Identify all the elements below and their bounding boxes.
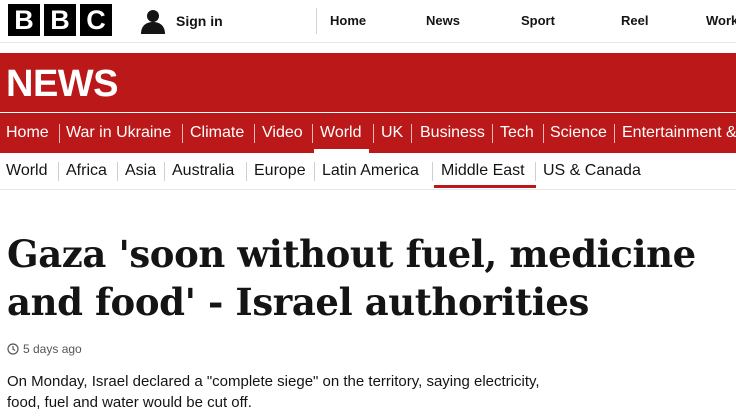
sub-nav-divider [535,162,536,181]
bbc-logo-letter: B [44,4,76,36]
article-timestamp: 5 days ago [7,342,82,356]
nav-divider [614,124,615,143]
section-nav-climate[interactable]: Climate [190,113,244,153]
nav-divider [492,124,493,143]
nav-divider [411,124,412,143]
sub-nav-divider [246,162,247,181]
top-nav-home[interactable]: Home [330,0,366,42]
sub-nav-australia[interactable]: Australia [172,153,234,189]
top-nav-news[interactable]: News [426,0,460,42]
section-nav-tech[interactable]: Tech [500,113,534,153]
sign-in-button[interactable]: Sign in [140,6,223,36]
news-banner: NEWS [0,53,736,112]
section-nav-uk[interactable]: UK [381,113,403,153]
top-bar: B B C Sign in Home News Sport Reel Workl… [0,0,736,43]
sub-nav-divider [432,162,433,181]
sub-nav: World Africa Asia Australia Europe Latin… [0,153,736,190]
sub-nav-europe[interactable]: Europe [254,153,306,189]
top-nav-worklife[interactable]: Worklife [706,0,736,42]
sign-in-label: Sign in [176,13,223,29]
article-headline[interactable]: Gaza 'soon without fuel, medicine and fo… [7,230,735,326]
clock-icon [7,343,19,355]
section-nav: Home War in Ukraine Climate Video World … [0,113,736,153]
user-icon [141,10,165,34]
top-divider [316,8,317,34]
bbc-logo-letter: C [80,4,112,36]
top-nav-reel[interactable]: Reel [621,0,648,42]
nav-divider [59,124,60,143]
sub-nav-world[interactable]: World [6,153,48,189]
sub-nav-active-indicator [434,185,536,188]
section-nav-world[interactable]: World [320,113,362,153]
top-nav-sport[interactable]: Sport [521,0,555,42]
sub-nav-asia[interactable]: Asia [125,153,156,189]
nav-divider [543,124,544,143]
sub-nav-middle-east[interactable]: Middle East [441,153,525,189]
bbc-logo-letter: B [8,4,40,36]
bbc-logo[interactable]: B B C [8,4,112,36]
section-nav-entertainment-arts[interactable]: Entertainment & Arts [622,113,736,153]
nav-divider [254,124,255,143]
section-nav-video[interactable]: Video [262,113,303,153]
sub-nav-africa[interactable]: Africa [66,153,107,189]
sub-nav-us-canada[interactable]: US & Canada [543,153,641,189]
section-nav-business[interactable]: Business [420,113,485,153]
article-summary: On Monday, Israel declared a "complete s… [7,373,540,411]
section-nav-home[interactable]: Home [6,113,49,153]
nav-divider [312,124,313,143]
news-section-title[interactable]: NEWS [6,64,119,104]
section-nav-science[interactable]: Science [550,113,607,153]
sub-nav-divider [314,162,315,181]
section-nav-war-in-ukraine[interactable]: War in Ukraine [66,113,171,153]
timestamp-label: 5 days ago [23,342,82,356]
sub-nav-latin-america[interactable]: Latin America [322,153,419,189]
sub-nav-divider [58,162,59,181]
sub-nav-divider [117,162,118,181]
nav-divider [182,124,183,143]
sub-nav-divider [164,162,165,181]
nav-divider [373,124,374,143]
